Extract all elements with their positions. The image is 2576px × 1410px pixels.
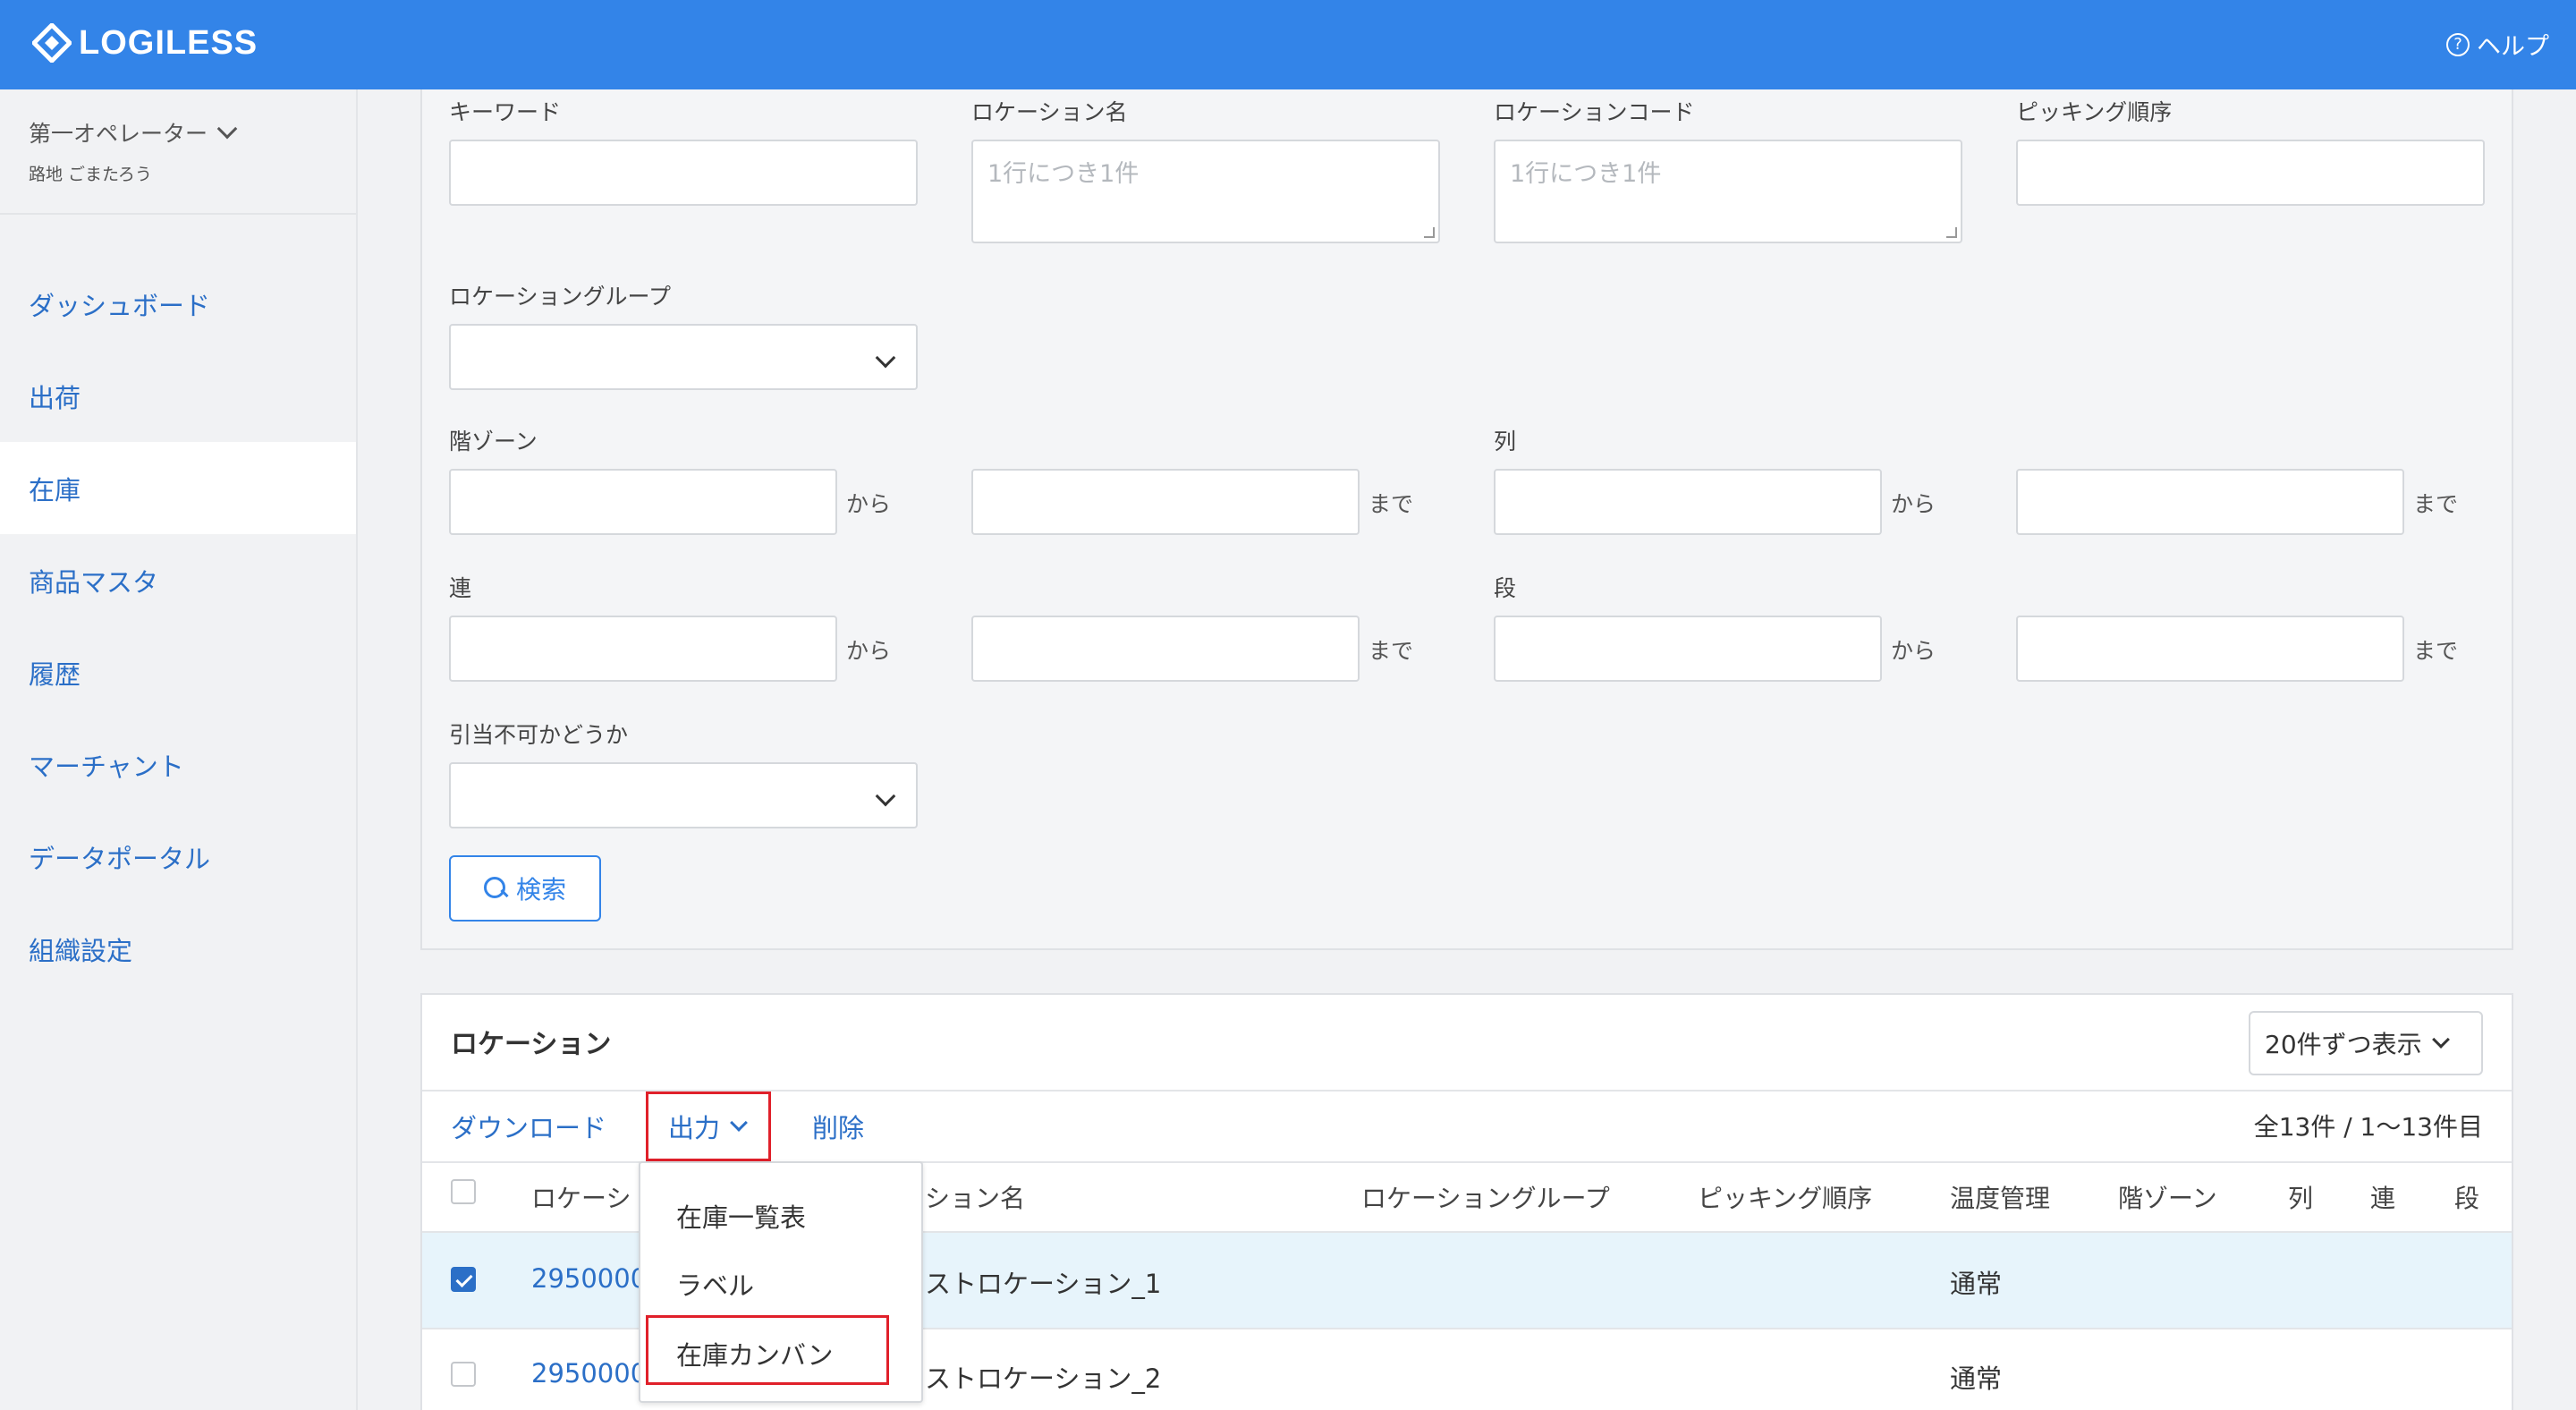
- search-button-label: 検索: [515, 875, 566, 905]
- location-code-textarea[interactable]: 1行につき1件: [1494, 140, 1962, 243]
- sidebar-item-data-portal[interactable]: データポータル: [0, 811, 356, 903]
- row-location-code-link[interactable]: 2950000: [531, 1358, 647, 1389]
- col-column[interactable]: 列: [2288, 1179, 2313, 1215]
- operator-name[interactable]: 第一オペレーター: [29, 116, 238, 149]
- chevron-down-icon: [216, 118, 238, 140]
- brand-name: LOGILESS: [79, 23, 258, 62]
- sidebar-item-inventory[interactable]: 在庫: [0, 442, 356, 534]
- location-code-placeholder: 1行につき1件: [1510, 160, 1662, 188]
- chevron-down-icon: [875, 347, 896, 369]
- column-from-input[interactable]: [1494, 469, 1882, 535]
- ren-to-input[interactable]: [971, 616, 1360, 682]
- allocatable-label: 引当不可かどうか: [449, 722, 629, 748]
- floor-zone-to-input[interactable]: [971, 469, 1360, 535]
- menu-item-inventory-kanban[interactable]: 在庫カンバン: [676, 1335, 833, 1372]
- dan-from-suffix: から: [1891, 638, 1936, 664]
- col-location-name[interactable]: ション名: [925, 1179, 1025, 1215]
- search-button[interactable]: 検索: [449, 855, 601, 922]
- dan-label: 段: [1494, 575, 1517, 601]
- ren-from-input[interactable]: [449, 616, 837, 682]
- floor-zone-from-input[interactable]: [449, 469, 837, 535]
- floor-zone-label: 階ゾーン: [449, 429, 538, 454]
- resize-handle-icon[interactable]: [1424, 227, 1435, 238]
- download-action[interactable]: ダウンロード: [451, 1108, 606, 1145]
- location-name-placeholder: 1行につき1件: [987, 160, 1140, 188]
- location-group-label: ロケーショングループ: [449, 284, 672, 310]
- location-code-label: ロケーションコード: [1494, 99, 1695, 125]
- row-location-name: ストロケーション_2: [925, 1363, 1162, 1394]
- floor-zone-from-suffix: から: [846, 491, 892, 517]
- operator-name-label: 第一オペレーター: [29, 121, 208, 147]
- sidebar-item-org-settings[interactable]: 組織設定: [0, 903, 356, 995]
- chevron-down-icon: [730, 1114, 748, 1132]
- location-name-textarea[interactable]: 1行につき1件: [971, 140, 1440, 243]
- col-location-group[interactable]: ロケーショングループ: [1361, 1179, 1610, 1215]
- dan-from-input[interactable]: [1494, 616, 1882, 682]
- sidebar-item-merchant[interactable]: マーチャント: [0, 718, 356, 811]
- dan-to-input[interactable]: [2016, 616, 2404, 682]
- sidebar-divider: [0, 213, 356, 215]
- picking-order-input[interactable]: [2016, 140, 2485, 206]
- chevron-down-icon: [2431, 1031, 2450, 1049]
- list-title: ロケーション: [451, 1029, 612, 1060]
- per-page-label: 20件ずつ表示: [2265, 1030, 2422, 1059]
- row-location-name: ストロケーション_1: [925, 1269, 1162, 1299]
- row-checkbox[interactable]: [451, 1362, 476, 1387]
- floor-zone-to-suffix: まで: [1368, 491, 1414, 517]
- location-name-label: ロケーション名: [971, 99, 1128, 125]
- operator-user: 路地 ごまたろう: [29, 165, 152, 184]
- delete-action[interactable]: 削除: [812, 1108, 864, 1145]
- sidebar: 第一オペレーター 路地 ごまたろう ダッシュボード 出荷 在庫 商品マスタ 履歴…: [0, 89, 358, 1410]
- sidebar-item-history[interactable]: 履歴: [0, 626, 356, 718]
- ren-label: 連: [449, 575, 472, 601]
- per-page-select[interactable]: 20件ずつ表示: [2249, 1011, 2483, 1075]
- help-label: ヘルプ: [2477, 33, 2549, 61]
- column-from-suffix: から: [1891, 491, 1936, 517]
- col-temperature[interactable]: 温度管理: [1950, 1179, 2050, 1215]
- sidebar-item-dashboard[interactable]: ダッシュボード: [0, 258, 356, 350]
- column-to-input[interactable]: [2016, 469, 2404, 535]
- ren-from-suffix: から: [846, 638, 892, 664]
- keyword-input[interactable]: [449, 140, 918, 206]
- col-floor-zone[interactable]: 階ゾーン: [2118, 1179, 2217, 1215]
- output-dropdown-menu: 在庫一覧表 ラベル 在庫カンバン: [639, 1161, 923, 1403]
- operator-switcher[interactable]: 第一オペレーター 路地 ごまたろう: [29, 116, 238, 185]
- dan-to-suffix: まで: [2413, 638, 2459, 664]
- allocatable-select[interactable]: [449, 762, 918, 828]
- chevron-down-icon: [875, 786, 896, 807]
- row-checkbox[interactable]: [451, 1267, 476, 1292]
- resize-handle-icon[interactable]: [1946, 227, 1957, 238]
- question-circle-icon: ?: [2446, 32, 2470, 56]
- menu-item-inventory-list[interactable]: 在庫一覧表: [676, 1197, 806, 1235]
- output-label: 出力: [668, 1113, 721, 1143]
- sidebar-item-product-master[interactable]: 商品マスタ: [0, 534, 356, 626]
- col-location-code[interactable]: ロケーシ: [531, 1179, 631, 1215]
- keyword-label: キーワード: [449, 99, 562, 125]
- row-temperature: 通常: [1950, 1363, 2003, 1394]
- row-temperature: 通常: [1950, 1269, 2003, 1299]
- row-location-code-link[interactable]: 2950000: [531, 1263, 647, 1294]
- column-to-suffix: まで: [2413, 491, 2459, 517]
- search-icon: [483, 877, 507, 900]
- result-count: 全13件 / 1〜13件目: [2253, 1112, 2483, 1142]
- help-link[interactable]: ? ヘルプ: [2446, 27, 2549, 62]
- picking-order-label: ピッキング順序: [2016, 99, 2173, 125]
- logo-diamond-icon: [32, 23, 72, 63]
- location-group-select[interactable]: [449, 324, 918, 390]
- col-dan[interactable]: 段: [2454, 1179, 2479, 1215]
- menu-item-label[interactable]: ラベル: [676, 1265, 754, 1303]
- select-all-checkbox[interactable]: [451, 1179, 476, 1204]
- column-label: 列: [1494, 429, 1517, 454]
- col-picking-order[interactable]: ピッキング順序: [1698, 1179, 1872, 1215]
- logiless-logo[interactable]: LOGILESS: [32, 23, 258, 63]
- output-dropdown-button[interactable]: 出力: [646, 1091, 771, 1161]
- col-ren[interactable]: 連: [2370, 1179, 2395, 1215]
- ren-to-suffix: まで: [1368, 638, 1414, 664]
- top-bar: LOGILESS ? ヘルプ: [0, 0, 2576, 89]
- sidebar-item-shipping[interactable]: 出荷: [0, 350, 356, 442]
